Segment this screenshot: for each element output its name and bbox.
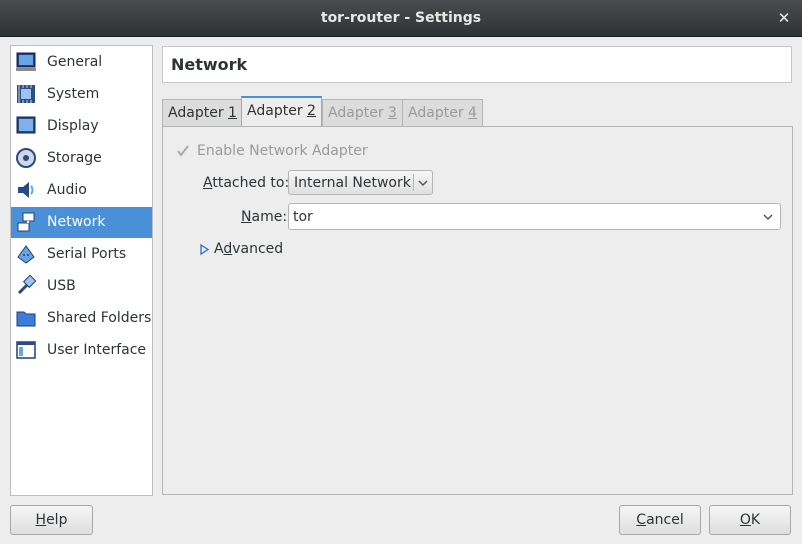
settings-window: tor-router - Settings ✕ General System D… <box>0 0 802 544</box>
page-title: Network <box>171 55 248 74</box>
attached-to-select[interactable]: Internal Network <box>288 170 433 195</box>
tab-adapter-1[interactable]: Adapter 1 <box>162 99 243 127</box>
close-icon[interactable]: ✕ <box>774 8 794 28</box>
sidebar-item-general[interactable]: General <box>11 47 152 78</box>
display-icon <box>16 116 36 134</box>
chevron-down-icon <box>418 180 428 187</box>
attached-to-text: ttached to: <box>212 175 290 191</box>
sidebar-item-label: Display <box>47 118 99 134</box>
tab-adapter-2[interactable]: Adapter 2 <box>241 96 322 127</box>
advanced-text-pre: A <box>214 241 224 257</box>
sidebar-item-audio[interactable]: Audio <box>11 175 152 206</box>
expander-arrow-icon <box>200 243 209 255</box>
sidebar-item-display[interactable]: Display <box>11 111 152 142</box>
sidebar-item-shared-folders[interactable]: Shared Folders <box>11 303 152 334</box>
ok-text: K <box>750 512 761 528</box>
sidebar-item-user-interface[interactable]: User Interface <box>11 335 152 366</box>
advanced-label: Advanced <box>214 241 283 257</box>
serial-port-icon <box>17 245 35 264</box>
attached-to-value: Internal Network <box>294 175 411 191</box>
page-header: Network <box>162 46 792 83</box>
ok-button[interactable]: OK <box>709 505 791 535</box>
tab-mnemonic: 3 <box>388 105 397 121</box>
tab-label: Adapter <box>328 105 389 121</box>
sidebar-item-network[interactable]: Network <box>11 207 152 238</box>
sidebar-item-label: General <box>47 54 103 70</box>
settings-sidebar: General System Display Storage Audio Net… <box>10 45 153 496</box>
advanced-text-rest: vanced <box>232 241 284 257</box>
advanced-mnemonic: d <box>223 241 233 257</box>
cancel-button[interactable]: Cancel <box>619 505 701 535</box>
tab-adapter-4[interactable]: Adapter 4 <box>402 99 483 127</box>
name-input[interactable] <box>293 206 753 227</box>
name-combobox[interactable] <box>288 203 781 230</box>
tab-label: Adapter <box>247 103 308 119</box>
cancel-text: ancel <box>646 512 684 528</box>
advanced-expander[interactable]: Advanced <box>200 240 283 258</box>
tab-mnemonic: 1 <box>228 105 237 121</box>
title-bar[interactable]: tor-router - Settings ✕ <box>0 0 802 37</box>
enable-adapter-checkbox[interactable]: Enable Network Adapter <box>176 142 368 160</box>
combo-separator <box>413 174 414 191</box>
sidebar-item-system[interactable]: System <box>11 79 152 110</box>
sidebar-item-label: Audio <box>47 182 87 198</box>
window-icon <box>16 341 36 359</box>
sidebar-item-label: USB <box>47 278 76 294</box>
window-title: tor-router - Settings <box>320 10 482 26</box>
monitor-icon <box>16 52 36 71</box>
tab-label: Adapter <box>168 105 229 121</box>
attached-to-label: Attached to: <box>203 175 289 191</box>
folder-icon <box>16 311 36 327</box>
sidebar-item-label: User Interface <box>47 342 147 358</box>
checkmark-icon <box>177 145 189 157</box>
tab-mnemonic: 4 <box>468 105 477 121</box>
name-label: Name: <box>241 209 287 225</box>
enable-adapter-label: Enable Network Adapter <box>197 143 368 159</box>
speaker-icon <box>18 182 34 198</box>
help-button[interactable]: Help <box>10 505 93 535</box>
sidebar-item-label: Storage <box>47 150 102 166</box>
help-mnemonic: H <box>35 512 47 528</box>
sidebar-item-storage[interactable]: Storage <box>11 143 152 174</box>
sidebar-item-label: Serial Ports <box>47 246 127 262</box>
sidebar-item-usb[interactable]: USB <box>11 271 152 302</box>
ok-mnemonic: O <box>739 512 751 528</box>
name-text: ame: <box>251 209 288 225</box>
network-icon <box>17 212 35 232</box>
cancel-mnemonic: C <box>636 512 647 528</box>
attached-to-mnemonic: A <box>203 175 213 191</box>
chevron-down-icon[interactable] <box>761 210 775 224</box>
chip-icon <box>17 85 35 103</box>
tab-adapter-3[interactable]: Adapter 3 <box>322 99 403 127</box>
usb-icon <box>17 275 37 295</box>
name-mnemonic: N <box>241 209 252 225</box>
help-text: elp <box>46 512 68 528</box>
tab-mnemonic: 2 <box>307 103 316 119</box>
sidebar-item-label: Shared Folders <box>47 310 152 326</box>
sidebar-item-label: System <box>47 86 100 102</box>
sidebar-item-serial-ports[interactable]: Serial Ports <box>11 239 152 270</box>
sidebar-item-label: Network <box>47 214 106 230</box>
tab-label: Adapter <box>408 105 469 121</box>
disk-icon <box>16 148 36 168</box>
